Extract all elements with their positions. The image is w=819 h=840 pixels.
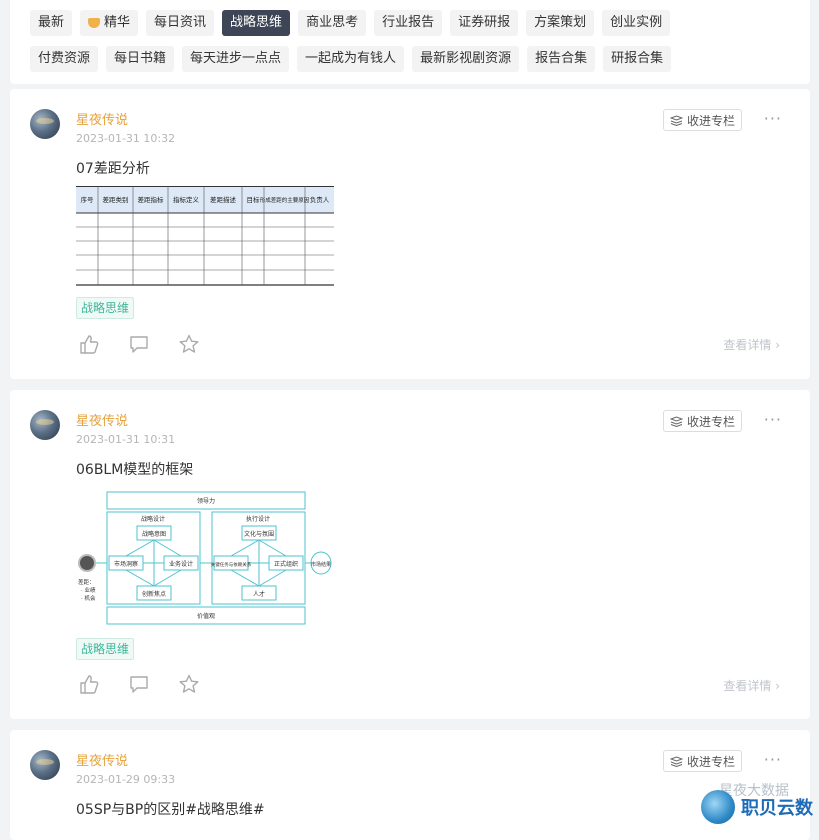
blm-leadership: 领导力 — [197, 497, 215, 505]
author-name[interactable]: 星夜传说 — [76, 109, 128, 128]
post-card: 星夜传说 2023-01-29 09:33 收进专栏 ··· 05SP与BP的区… — [10, 730, 810, 840]
blm-box: 关键任务与依赖关系 — [211, 561, 252, 568]
gap-header: 差距指标 — [138, 195, 165, 204]
avatar[interactable] — [30, 410, 60, 440]
gap-header: 形成差距的主要原因 — [260, 196, 310, 204]
blm-box: 创新焦点 — [142, 590, 166, 598]
gap-header: 指标定义 — [173, 195, 200, 204]
topic-tag[interactable]: 战略思维 — [76, 297, 135, 319]
tag-research-collection[interactable]: 研报合集 — [603, 46, 672, 72]
blm-result: 市场结果 — [311, 561, 331, 568]
post-time: 2023-01-31 10:32 — [76, 132, 176, 145]
tag-planning[interactable]: 方案策划 — [526, 10, 595, 36]
comment-icon[interactable] — [128, 673, 150, 695]
tag-latest[interactable]: 最新 — [30, 10, 73, 36]
tag-business[interactable]: 商业思考 — [298, 10, 367, 36]
view-detail-link[interactable]: 查看详情 › — [723, 336, 780, 353]
tag-books[interactable]: 每日书籍 — [106, 46, 175, 72]
avatar[interactable] — [30, 109, 60, 139]
tag-startup[interactable]: 创业实例 — [602, 10, 671, 36]
gap-header: 差距描述 — [210, 195, 237, 204]
post-time: 2023-01-29 09:33 — [76, 773, 176, 786]
blm-box: 市场洞察 — [114, 560, 138, 568]
post-time: 2023-01-31 10:31 — [76, 433, 176, 446]
gap-header: 差距类别 — [103, 195, 129, 204]
post-image-gap-table[interactable]: 序号 差距类别 差距指标 指标定义 差距描述 目标 形成差距的主要原因 负责人 — [76, 186, 334, 290]
tag-daily-news[interactable]: 每日资讯 — [146, 10, 215, 36]
tag-featured[interactable]: 精华 — [80, 10, 139, 36]
blm-box: 战略意图 — [142, 530, 166, 538]
blm-box: 人才 — [253, 590, 265, 598]
blm-values: 价值观 — [197, 612, 215, 620]
comment-icon[interactable] — [128, 333, 150, 355]
gap-header: 负责人 — [310, 195, 330, 204]
more-menu-icon[interactable]: ··· — [764, 109, 782, 128]
like-icon[interactable] — [78, 333, 100, 355]
author-name[interactable]: 星夜传说 — [76, 410, 128, 429]
post-card: 星夜传说 2023-01-31 10:31 收进专栏 ··· 06BLM模型的框… — [10, 390, 810, 719]
tag-strategy[interactable]: 战略思维 — [222, 10, 291, 36]
category-bar: 最新 精华 每日资讯 战略思维 商业思考 行业报告 证券研报 方案策划 创业实例… — [10, 0, 810, 84]
post-actions — [78, 333, 200, 355]
post-title[interactable]: 07差距分析 — [76, 158, 150, 178]
tag-movies[interactable]: 最新影视剧资源 — [412, 46, 520, 72]
blm-strategy-design: 战略设计 — [141, 515, 165, 523]
blm-diagram: 领导力 价值观 战略设计 执行设计 战略意图 市场洞察 业务设计 创新焦点 文化… — [78, 491, 332, 625]
post-card: 星夜传说 2023-01-31 10:32 收进专栏 ··· 07差距分析 序号… — [10, 89, 810, 379]
gap-table-figure: 序号 差距类别 差距指标 指标定义 差距描述 目标 形成差距的主要原因 负责人 — [76, 186, 334, 286]
column-icon — [669, 755, 683, 767]
tag-industry[interactable]: 行业报告 — [374, 10, 443, 36]
watermark: 职贝云数 — [701, 790, 813, 824]
like-icon[interactable] — [78, 673, 100, 695]
author-name[interactable]: 星夜传说 — [76, 750, 128, 769]
tag-progress[interactable]: 每天进步一点点 — [182, 46, 290, 72]
blm-box: 正式组织 — [274, 560, 298, 568]
avatar[interactable] — [30, 750, 60, 780]
post-title[interactable]: 05SP与BP的区别#战略思维# — [76, 799, 265, 819]
gap-header: 目标 — [247, 195, 261, 204]
blm-gap-line: · 业绩 — [81, 586, 96, 594]
category-row-1: 最新 精华 每日资讯 战略思维 商业思考 行业报告 证券研报 方案策划 创业实例 — [30, 10, 671, 36]
chevron-right-icon: › — [775, 679, 780, 693]
gem-icon — [88, 18, 101, 28]
post-actions — [78, 673, 200, 695]
blm-execution-design: 执行设计 — [246, 515, 270, 523]
topic-tag[interactable]: 战略思维 — [76, 638, 135, 660]
collect-button[interactable]: 收进专栏 — [662, 410, 742, 432]
collect-button[interactable]: 收进专栏 — [662, 109, 742, 131]
more-menu-icon[interactable]: ··· — [764, 410, 782, 429]
column-icon — [669, 114, 683, 126]
brand-logo-icon — [701, 790, 735, 824]
tag-rich[interactable]: 一起成为有钱人 — [297, 46, 405, 72]
tag-securities[interactable]: 证券研报 — [450, 10, 519, 36]
blm-gap-line: · 机会 — [81, 594, 96, 602]
category-row-2: 付费资源 每日书籍 每天进步一点点 一起成为有钱人 最新影视剧资源 报告合集 研… — [30, 46, 672, 72]
blm-gap-line: 差距： — [78, 578, 95, 586]
collect-button[interactable]: 收进专栏 — [662, 750, 742, 772]
more-menu-icon[interactable]: ··· — [764, 750, 782, 769]
gap-header: 序号 — [81, 195, 95, 204]
blm-box: 文化与氛围 — [244, 530, 274, 538]
post-image-blm[interactable]: 领导力 价值观 战略设计 执行设计 战略意图 市场洞察 业务设计 创新焦点 文化… — [76, 490, 338, 632]
tag-report-collection[interactable]: 报告合集 — [527, 46, 596, 72]
blm-box: 业务设计 — [169, 560, 193, 568]
chevron-right-icon: › — [775, 338, 780, 352]
star-icon[interactable] — [178, 333, 200, 355]
tag-paid[interactable]: 付费资源 — [30, 46, 99, 72]
column-icon — [669, 415, 683, 427]
view-detail-link[interactable]: 查看详情 › — [723, 677, 780, 694]
post-title[interactable]: 06BLM模型的框架 — [76, 459, 193, 479]
watermark-brand: 职贝云数 — [741, 798, 813, 819]
star-icon[interactable] — [178, 673, 200, 695]
